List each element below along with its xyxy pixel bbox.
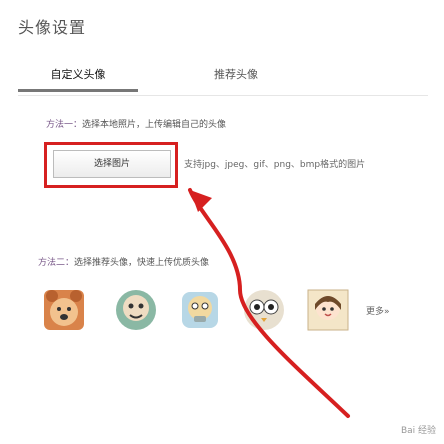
watermark-text: Bai 经验: [400, 426, 436, 436]
annotation-arrow: [188, 188, 350, 418]
